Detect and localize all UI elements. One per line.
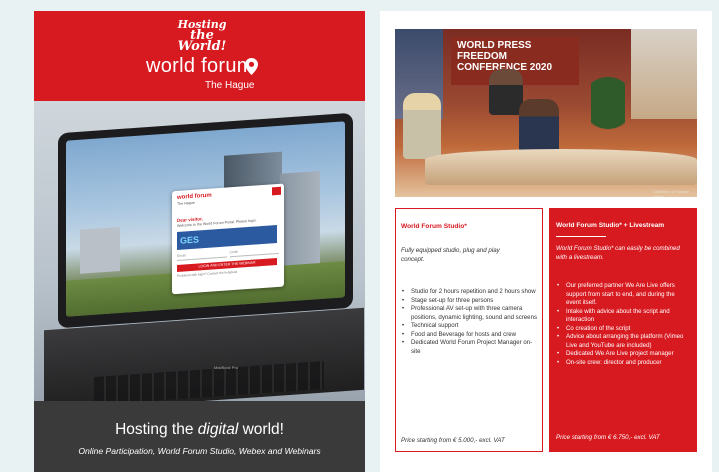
headline-part-2: world!	[238, 421, 284, 438]
studio-desk	[425, 149, 697, 185]
list-item: Stage set-up for three persons	[401, 297, 537, 306]
title-divider	[556, 236, 606, 237]
list-item: Studio for 2 hours repetition and 2 hour…	[401, 288, 537, 297]
list-item: Our preferred partner We Are Live offers…	[556, 282, 691, 308]
login-dialog: world forum The Hague Dear visitor, Welc…	[172, 183, 284, 295]
list-item: Food and Beverage for hosts and crew	[401, 331, 537, 340]
guest-person-left	[403, 93, 441, 159]
laptop-screen: world forum The Hague Dear visitor, Welc…	[58, 112, 353, 329]
laptop-label: MacBook Pro	[214, 365, 239, 370]
list-item: Intake with advice about the script and …	[556, 308, 691, 325]
studio-package-list: Studio for 2 hours repetition and 2 hour…	[401, 288, 537, 356]
studio-screen-right	[631, 29, 697, 119]
studio-package-title: World Forum Studio*	[401, 223, 467, 230]
host-person	[489, 69, 523, 115]
logo-line-2: the World!	[177, 28, 227, 54]
brochure-footer: Hosting the digital world! Online Partic…	[34, 401, 365, 472]
list-item: Co creation of the script	[556, 325, 691, 334]
list-item: Advice about arranging the platform (Vim…	[556, 333, 691, 350]
logo-subtitle: The Hague	[205, 80, 255, 91]
studio-package-box: World Forum Studio* Fully equipped studi…	[395, 208, 543, 452]
location-pin-icon	[245, 58, 258, 75]
world-forum-logo: world forum	[146, 55, 254, 77]
livestream-package-title: World Forum Studio* + Livestream	[556, 222, 665, 229]
livestream-package-box: World Forum Studio* + Livestream World F…	[549, 208, 697, 452]
livestream-package-list: Our preferred partner We Are Live offers…	[556, 282, 691, 367]
photo-credit: ©Ministry of Foreign Affairs	[653, 189, 689, 197]
list-item: On-site crew: director and producer	[556, 359, 691, 368]
dialog-corner-logo-icon	[272, 186, 281, 196]
list-item: Dedicated We Are Live project manager	[556, 350, 691, 359]
list-item: Technical support	[401, 322, 537, 331]
ges-banner: GES	[177, 225, 277, 250]
code-field[interactable]: Code	[229, 246, 279, 258]
studio-package-intro: Fully equipped studio, plug and play con…	[401, 247, 500, 263]
studio-plant	[591, 71, 625, 151]
screen-content: world forum The Hague Dear visitor, Welc…	[66, 121, 345, 317]
email-field[interactable]: Email	[177, 250, 227, 261]
livestream-package-intro: World Forum Studio* can easily be combin…	[556, 245, 680, 261]
list-item: Professional AV set-up with three camera…	[401, 305, 537, 322]
left-brochure-page: Hosting the World! world forum The Hague…	[34, 11, 365, 472]
side-building	[280, 170, 320, 274]
headline-emphasis: digital	[197, 421, 239, 438]
hosting-the-world-logo: Hosting the World!	[176, 19, 228, 54]
footer-subline: Online Participation, World Forum Studio…	[78, 446, 321, 456]
footer-headline: Hosting the digital world!	[34, 421, 365, 439]
list-item: Dedicated World Forum Project Manager on…	[401, 339, 537, 356]
background-building	[80, 226, 120, 274]
headline-part-1: Hosting the	[115, 421, 198, 438]
studio-photo: WORLD PRESS FREEDOM CONFERENCE 2020 ©Min…	[395, 29, 697, 197]
livestream-package-price: Price starting from € 6.750,- excl. VAT	[556, 434, 660, 441]
laptop-photo: world forum The Hague Dear visitor, Welc…	[34, 101, 365, 401]
brand-header: Hosting the World! world forum The Hague	[34, 11, 365, 101]
studio-package-price: Price starting from € 5.000,- excl. VAT	[401, 437, 505, 444]
right-brochure-page: WORLD PRESS FREEDOM CONFERENCE 2020 ©Min…	[380, 11, 712, 472]
